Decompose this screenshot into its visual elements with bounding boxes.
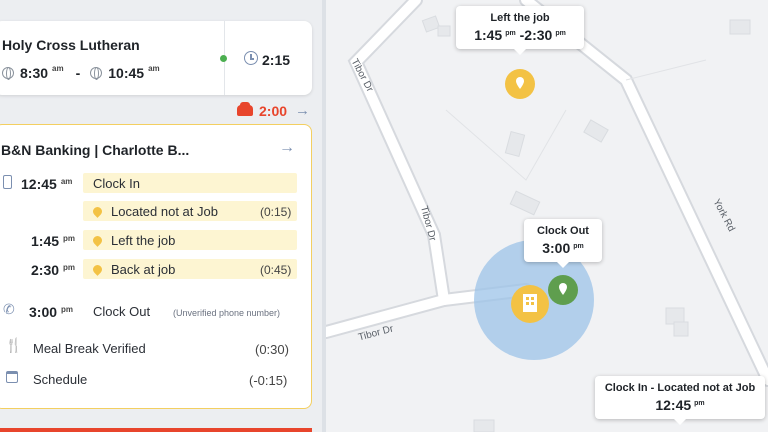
event-time: 12:45 am	[21, 176, 73, 192]
map-roads	[326, 0, 768, 432]
job-card-bn-banking[interactable]: B&N Banking | Charlotte B... → 12:45 am C…	[0, 124, 312, 409]
globe-icon	[90, 67, 103, 80]
job-time-range: 8:30 am - 10:45 am	[2, 64, 160, 81]
event-label: Clock In	[93, 176, 140, 191]
event-duration: (0:15)	[260, 205, 292, 219]
arrow-right-icon: →	[295, 102, 311, 119]
event-duration: (0:45)	[260, 263, 292, 277]
event-back-at-job[interactable]: Back at job	[91, 262, 175, 277]
start-time: 8:30	[20, 65, 49, 81]
event-time: 2:30 pm	[31, 262, 76, 278]
globe-icon	[2, 67, 14, 80]
event-label: Clock Out	[93, 304, 151, 319]
drive-time: 2:00	[259, 102, 288, 119]
phone-icon	[3, 175, 12, 189]
event-note: (Unverified phone number)	[173, 308, 281, 318]
job-title: B&N Banking | Charlotte B...	[1, 142, 190, 158]
clock-icon	[244, 51, 258, 65]
tooltip-left-job[interactable]: Left the job 1:45 pm -2:30 pm	[456, 6, 584, 55]
tooltip-clock-in[interactable]: Clock In - Located not at Job 12:45 pm	[595, 376, 765, 425]
phone-handset-icon: ✆	[3, 301, 15, 317]
fork-knife-icon: 🍴	[5, 337, 23, 353]
event-time: 3:00 pm	[29, 304, 74, 320]
road-tibor-1	[326, 0, 452, 339]
location-pin-icon	[91, 263, 104, 276]
event-time: 1:45 pm	[31, 233, 76, 249]
tooltip-clock-out[interactable]: Clock Out 3:00 pm	[524, 219, 602, 268]
next-card-edge	[0, 428, 312, 432]
timeline-panel: Holy Cross Lutheran 8:30 am - 10:45 am 2…	[0, 0, 322, 432]
end-time: 10:45	[108, 65, 145, 81]
meal-break-duration: (0:30)	[255, 342, 289, 357]
schedule-duration: (-0:15)	[249, 373, 288, 388]
car-icon	[237, 102, 253, 116]
location-pin-icon	[91, 205, 104, 218]
drive-segment[interactable]: 2:00 →	[237, 102, 310, 119]
job-title: Holy Cross Lutheran	[2, 37, 140, 53]
status-dot	[220, 55, 227, 62]
meal-break-label: Meal Break Verified	[33, 341, 146, 356]
arrow-right-icon[interactable]: →	[279, 139, 295, 157]
schedule-label: Schedule	[33, 372, 88, 387]
event-left-job[interactable]: Left the job	[91, 233, 175, 248]
calendar-icon	[6, 371, 18, 383]
event-located-not-at-job[interactable]: Located not at Job	[91, 204, 218, 219]
job-duration: 2:15	[262, 52, 291, 68]
map-view[interactable]: Tibor Dr Tibor Dr Tibor Dr York Rd Left …	[326, 0, 768, 432]
location-pin-icon	[91, 234, 104, 247]
job-card-holy-cross[interactable]: Holy Cross Lutheran 8:30 am - 10:45 am 2…	[0, 21, 312, 95]
